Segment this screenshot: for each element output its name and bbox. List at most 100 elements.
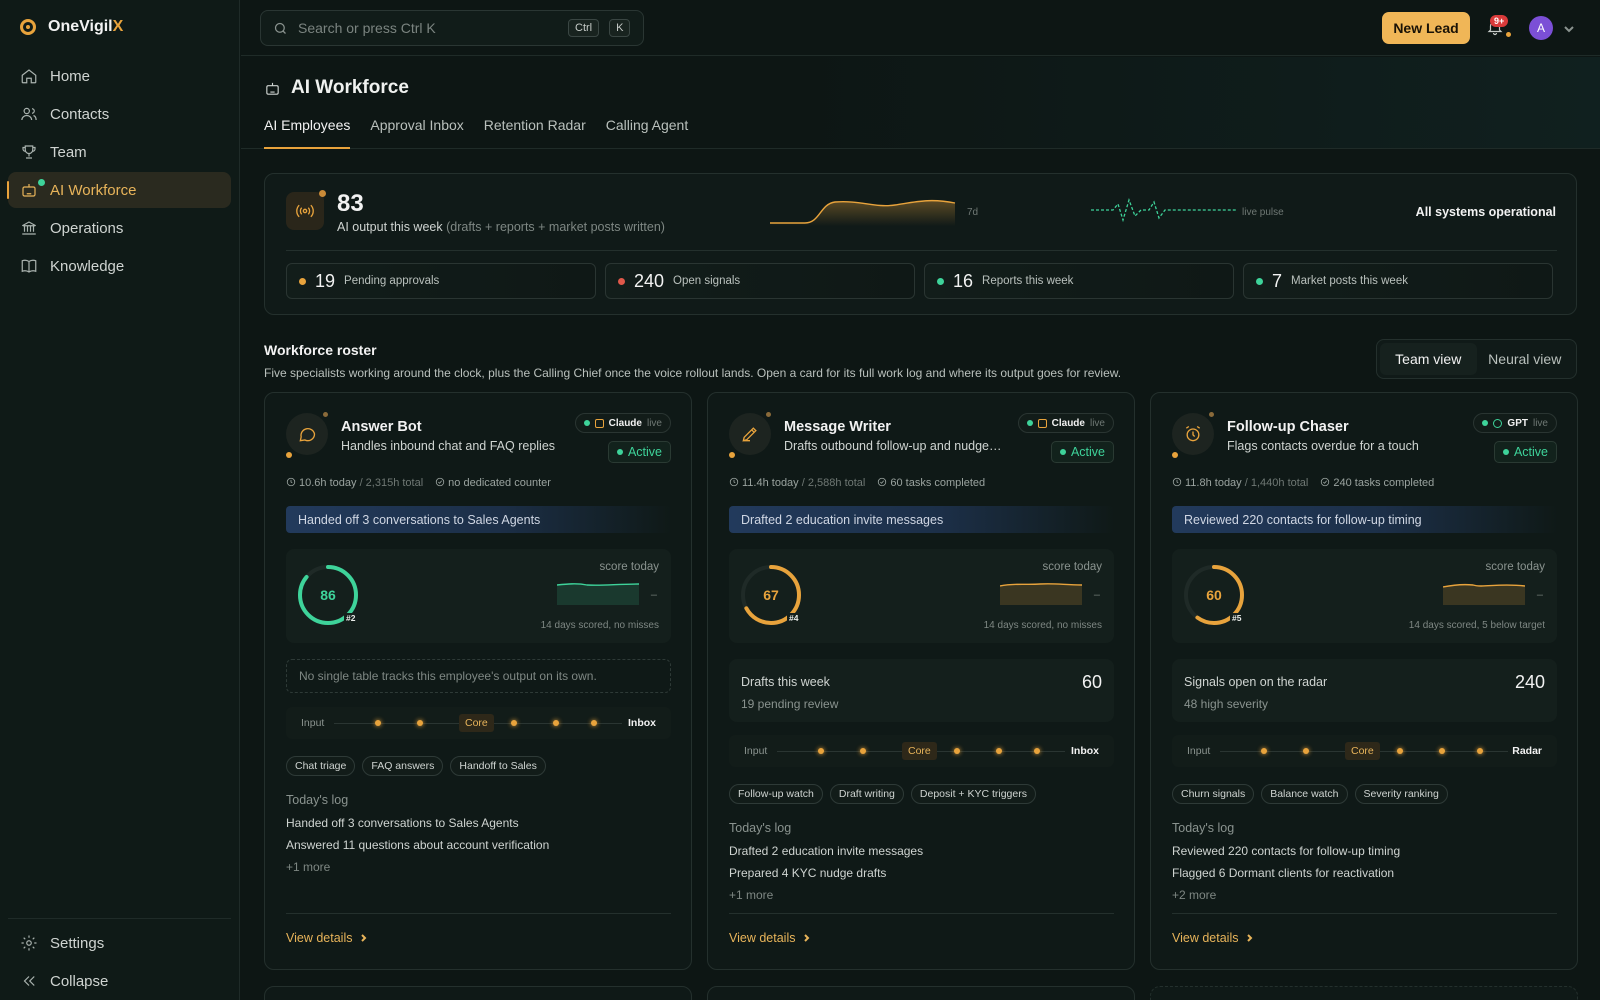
sidebar-item-contacts[interactable]: Contacts [8,96,231,132]
check-circle-icon [1321,477,1330,487]
log-title: Today's log [1172,821,1235,835]
mini-stats: 19 Pending approvals 240 Open signals 16 Re… [286,263,1553,299]
score-sparkline [1443,583,1525,605]
brand-name: OneVigilX [48,18,124,35]
log-item: Drafted 2 education invite messages [729,844,924,858]
model-badge: GPT live [1473,413,1557,433]
notifications-button[interactable]: 9+ [1486,15,1511,38]
view-details-link[interactable]: View details [286,931,368,945]
search-input[interactable] [298,20,558,36]
sidebar-nav: Home Contacts Team AI Workforce Operatio… [7,58,231,286]
mini-stat-label: Pending approvals [344,275,440,287]
new-lead-button[interactable]: New Lead [1382,12,1470,44]
chevron-right-icon [804,934,810,942]
skill-tag: Severity ranking [1354,784,1448,804]
sidebar-item-settings[interactable]: Settings [8,925,231,961]
skill-tag: Draft writing [829,784,904,804]
sidebar-item-team[interactable]: Team [8,134,231,170]
trophy-icon [22,145,36,159]
mini-stat-market-posts[interactable]: 7 Market posts this week [1243,263,1553,299]
score-gauge: 67 #4 [739,563,803,627]
employee-avatar [1172,412,1214,458]
rank-badge: #4 [787,613,801,623]
info-sublabel: 19 pending review [741,697,839,711]
avatar[interactable]: A [1529,16,1553,40]
employee-card-next[interactable] [707,986,1135,1000]
collapse-icon [23,976,35,986]
flow-input-label: Input [1187,745,1211,757]
tab-ai-employees[interactable]: AI Employees [264,117,351,149]
score-note: 14 days scored, no misses [983,620,1102,631]
system-status: All systems operational [1415,205,1556,219]
tab-calling-agent[interactable]: Calling Agent [606,117,689,149]
skill-tag: Handoff to Sales [450,756,546,776]
chat-icon [299,428,316,442]
employee-description: Flags contacts overdue for a touch [1227,439,1419,453]
sidebar-bottom: Settings Collapse [8,918,231,1000]
broadcast-icon [286,190,326,230]
roster-title: Workforce roster [264,342,377,358]
mini-stat-value: 7 [1272,270,1283,291]
view-details-link[interactable]: View details [1172,931,1254,945]
score-label: score today [1042,561,1102,573]
sidebar-collapse-button[interactable]: Collapse [8,963,231,999]
search-box[interactable]: Ctrl K [260,10,644,46]
flow-input-label: Input [301,717,325,729]
rank-badge: #5 [1230,613,1244,623]
score-note: 14 days scored, 5 below target [1408,620,1545,631]
neural-view-button[interactable]: Neural view [1477,343,1574,375]
skill-tags: Follow-up watch Draft writing Deposit + … [729,784,1036,804]
employee-card-next[interactable] [264,986,692,1000]
divider [729,913,1114,914]
live-dot [38,179,45,186]
view-details-link[interactable]: View details [729,931,811,945]
brand[interactable]: OneVigilX [20,18,123,36]
score-label: score today [599,561,659,573]
log-more-link[interactable]: +1 more [286,860,671,874]
log-more-link[interactable]: +2 more [1172,888,1557,902]
score-label: score today [1485,561,1545,573]
sidebar-item-label: Collapse [50,972,109,990]
latest-activity-banner: Handed off 3 conversations to Sales Agen… [286,506,671,533]
mini-stat-open-signals[interactable]: 240 Open signals [605,263,915,299]
output-value: 83 [337,190,364,217]
employee-card-next[interactable] [1150,986,1578,1000]
skill-tag: Chat triage [286,756,356,776]
sidebar-item-operations[interactable]: Operations [8,210,231,246]
sidebar-item-label: Settings [50,934,105,952]
sidebar-item-knowledge[interactable]: Knowledge [8,248,231,284]
chevron-right-icon [361,934,367,942]
latest-activity-banner: Reviewed 220 contacts for follow-up timi… [1172,506,1557,533]
mini-stat-reports[interactable]: 16 Reports this week [924,263,1234,299]
employee-card-answer-bot[interactable]: Answer Bot Handles inbound chat and FAQ … [264,392,692,970]
check-circle-icon [878,477,887,487]
skill-tag: Follow-up watch [729,784,823,804]
mini-stat-pending-approvals[interactable]: 19 Pending approvals [286,263,596,299]
team-view-button[interactable]: Team view [1380,343,1477,375]
tab-approval-inbox[interactable]: Approval Inbox [370,117,463,149]
kbd-ctrl: Ctrl [568,19,600,37]
roster-subtitle: Five specialists working around the cloc… [264,366,1122,380]
mini-stat-label: Market posts this week [1291,275,1408,287]
model-icon [1493,418,1503,428]
score-panel: 86 #2 score today – 14 days scored, no m… [286,549,671,643]
employee-name: Follow-up Chaser [1227,419,1349,435]
tab-retention-radar[interactable]: Retention Radar [484,117,586,149]
employee-card-follow-up-chaser[interactable]: Follow-up Chaser Flags contacts overdue … [1150,392,1578,970]
flow-core-label: Core [902,742,937,760]
clock-icon [286,477,296,487]
employee-description: Handles inbound chat and FAQ replies [341,439,556,453]
sidebar-item-ai-workforce[interactable]: AI Workforce [7,172,231,208]
divider [286,913,671,914]
score-gauge: 60 #5 [1182,563,1246,627]
sidebar-item-label: Team [50,143,87,161]
sidebar-item-label: Knowledge [50,257,125,275]
employee-name: Answer Bot [341,419,422,435]
log-more-link[interactable]: +1 more [729,888,1114,902]
account-menu-toggle[interactable] [1564,22,1574,33]
employee-card-message-writer[interactable]: Message Writer Drafts outbound follow-up… [707,392,1135,970]
page-title: AI Workforce [264,77,409,99]
score-gauge: 86 #2 [296,563,360,627]
todays-log: Today's log Handed off 3 conversations t… [286,793,671,874]
sidebar-item-home[interactable]: Home [8,58,231,94]
